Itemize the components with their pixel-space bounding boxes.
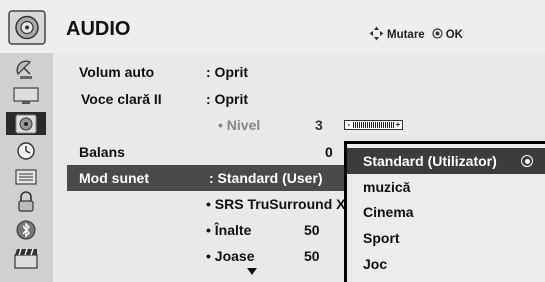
option-standard-utilizator[interactable]: Standard (Utilizator) — [347, 148, 545, 174]
menu-row-voce-clara[interactable]: Voce clară II : Oprit — [53, 86, 545, 112]
radio-selected-icon — [521, 155, 533, 167]
bluetooth-icon — [16, 220, 36, 239]
ok-hint-label: OK — [445, 29, 463, 41]
satellite-dish-icon — [16, 60, 32, 79]
row-number: 0 — [325, 144, 333, 160]
clock-icon — [17, 141, 35, 160]
sidebar-item-time[interactable] — [6, 139, 46, 162]
row-sublabel: • Joase — [206, 248, 255, 264]
sound-mode-options: Standard (Utilizator) muzică Cinema Spor… — [347, 144, 545, 282]
option-sport[interactable]: Sport — [347, 225, 545, 251]
row-value: : Oprit — [206, 91, 248, 107]
sidebar-item-picture[interactable] — [6, 84, 46, 107]
option-muzica[interactable]: muzică — [347, 174, 545, 200]
row-value: : Standard (User) — [209, 170, 323, 186]
row-number: 3 — [315, 117, 323, 133]
sidebar-item-audio[interactable] — [6, 112, 46, 135]
option-label: Standard (Utilizator) — [363, 153, 497, 169]
nav-hint: Mutare OK — [369, 26, 463, 44]
speaker-icon — [15, 114, 37, 133]
sound-mode-popup: Standard (Utilizator) muzică Cinema Spor… — [344, 141, 545, 282]
menu-header: AUDIO Mutare OK — [0, 0, 545, 53]
row-label: Volum auto — [79, 64, 155, 80]
option-joc[interactable]: Joc — [347, 251, 545, 277]
options-icon — [15, 168, 37, 185]
sidebar-item-option[interactable] — [6, 165, 46, 188]
slider-plus: + — [395, 120, 401, 129]
page-title: AUDIO — [66, 18, 131, 40]
sidebar-item-lock[interactable] — [6, 190, 46, 213]
row-label: Voce clară II — [81, 91, 162, 107]
down-arrow-icon[interactable] — [247, 268, 257, 275]
clapperboard-icon — [14, 248, 38, 269]
sidebar-item-movie[interactable] — [6, 246, 46, 269]
four-way-arrows-icon — [369, 26, 384, 44]
category-sidebar — [0, 53, 53, 282]
sidebar-item-setup[interactable] — [6, 58, 46, 81]
slider-minus: - — [347, 120, 351, 129]
row-sublabel: • SRS TruSurround XT — [206, 196, 355, 212]
menu-row-nivel[interactable]: • Nivel 3 - + — [53, 112, 545, 138]
audio-menu-screen: AUDIO Mutare OK Volum auto: Oprit Voce … — [0, 0, 545, 282]
option-label: muzică — [363, 179, 411, 195]
tv-screen-icon — [13, 86, 39, 104]
ok-button-icon — [432, 28, 443, 42]
nav-hint-label: Mutare — [387, 29, 425, 41]
row-number: 50 — [304, 222, 320, 238]
option-cinema[interactable]: Cinema — [347, 199, 545, 225]
option-label: Joc — [363, 256, 388, 272]
row-number: 50 — [304, 248, 320, 264]
sidebar-item-network[interactable] — [6, 218, 46, 241]
row-label: Balans — [79, 144, 125, 160]
option-label: Sport — [363, 230, 400, 246]
row-label: Mod sunet — [79, 170, 149, 186]
option-label: Cinema — [363, 204, 414, 220]
speaker-icon — [8, 10, 46, 45]
row-sublabel: • Înalte — [206, 222, 252, 238]
row-sublabel: • Nivel — [218, 117, 261, 133]
lock-icon — [18, 190, 34, 212]
slider-track — [353, 122, 394, 128]
row-value: : Oprit — [206, 64, 248, 80]
nivel-slider[interactable]: - + — [344, 120, 403, 130]
menu-row-volum-auto[interactable]: Volum auto : Oprit — [53, 59, 545, 85]
